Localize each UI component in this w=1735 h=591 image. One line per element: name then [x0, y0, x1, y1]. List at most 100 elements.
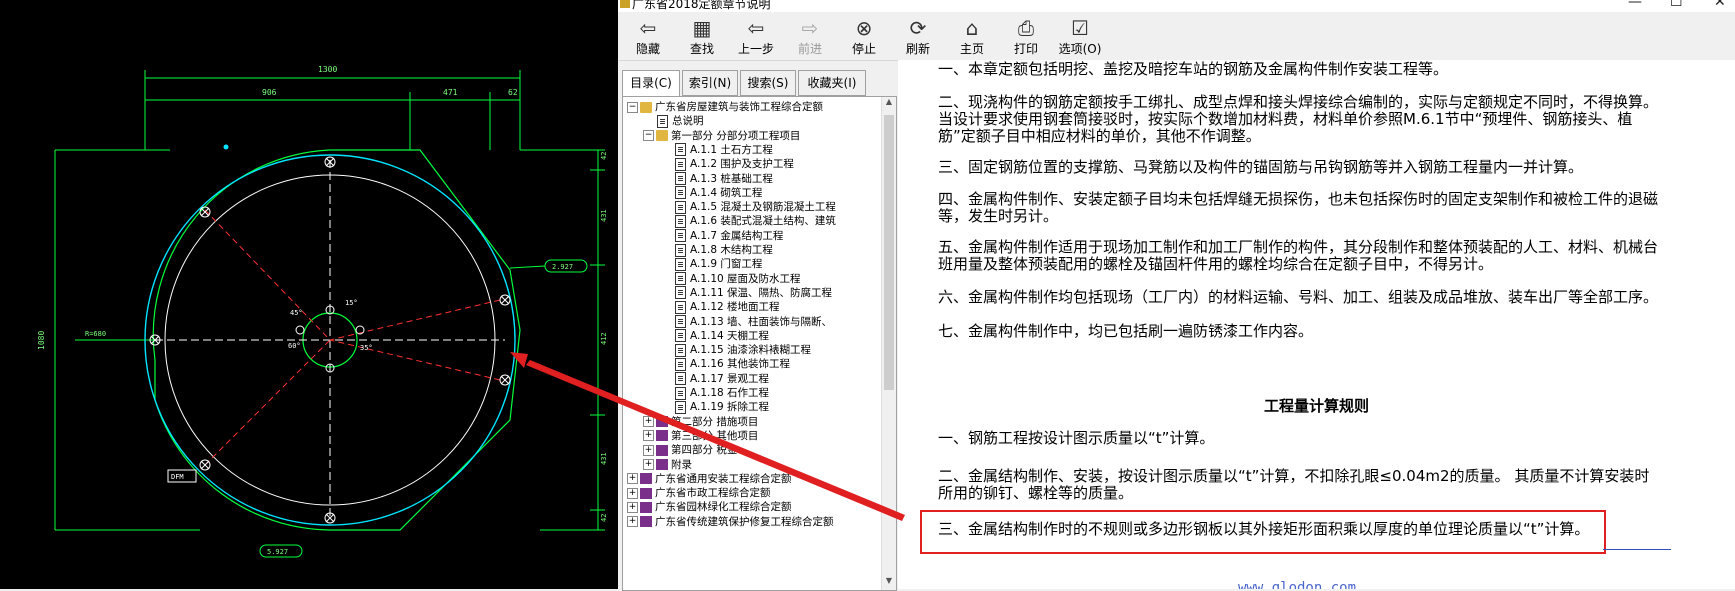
- forward-button[interactable]: ⇨ 前进: [782, 16, 838, 60]
- dim-height: 1080: [37, 331, 46, 350]
- scroll-up-icon[interactable]: ▲: [882, 97, 896, 111]
- maximize-button[interactable]: ☐: [1670, 0, 1683, 10]
- home-button[interactable]: ⌂ 主页: [944, 16, 1000, 60]
- contents-tree[interactable]: − 广东省房屋建筑与装饰工程综合定额 总说明 − 第一部分 分部分项工程项目 A.1.1 …: [622, 96, 897, 591]
- expand-toggle-icon[interactable]: −: [643, 130, 654, 142]
- dim-seg2: 471: [443, 88, 458, 97]
- expand-toggle-icon[interactable]: +: [627, 487, 638, 499]
- stop-icon: ⊗: [855, 16, 873, 40]
- book-open-icon: [640, 101, 652, 113]
- tree-node-label: A.1.19 拆除工程: [690, 401, 770, 414]
- options-icon: ☑: [1071, 16, 1089, 40]
- minimize-button[interactable]: —: [1628, 0, 1642, 10]
- tree-node-label: A.1.13 墙、柱面装饰与隔断、: [690, 315, 833, 328]
- find-button[interactable]: ▦ 查找: [674, 16, 730, 60]
- print-button[interactable]: ⎙ 打印: [998, 16, 1054, 60]
- tree-node-label: 广东省传统建筑保护修复工程综合定额: [655, 515, 834, 528]
- expand-toggle-icon[interactable]: +: [627, 516, 638, 528]
- page-icon: [675, 157, 686, 171]
- window-title: 广东省2018定额章节说明: [632, 0, 771, 11]
- back-button[interactable]: ⇦ 上一步: [728, 16, 784, 60]
- rule-2: 二、金属结构制作、安装，按设计图示质量以“t”计算，不扣除孔眼≤0.04m2的质…: [938, 467, 1650, 502]
- tree-node-label: 总说明: [672, 115, 704, 128]
- refresh-button[interactable]: ⟳ 刷新: [890, 16, 946, 60]
- page-icon: [657, 114, 668, 128]
- options-label: 选项(O): [1058, 42, 1102, 56]
- angle-label-2: 15°: [345, 299, 358, 307]
- tree-node-label: A.1.14 天棚工程: [690, 329, 770, 342]
- tree-node-label: A.1.16 其他装饰工程: [690, 358, 791, 371]
- tree-node-label: 第一部分 分部分项工程项目: [671, 129, 801, 142]
- expand-toggle-icon[interactable]: +: [643, 444, 654, 456]
- page-icon: [675, 143, 686, 157]
- refresh-label: 刷新: [905, 42, 930, 56]
- paragraph-4: 四、金属构件制作、安装定额子目均未包括焊缝无损探伤，也未包括探伤时的固定支架制作…: [938, 190, 1659, 225]
- expand-toggle-icon[interactable]: +: [643, 416, 654, 428]
- forward-icon: ⇨: [801, 16, 819, 40]
- book-icon: [656, 430, 668, 442]
- tree-node-label: A.1.8 木结构工程: [690, 244, 773, 256]
- find-icon: ▦: [692, 16, 712, 40]
- app-icon: [620, 0, 630, 8]
- tree-node-label: A.1.2 围护及支护工程: [690, 158, 794, 171]
- scroll-down-icon[interactable]: ▼: [882, 576, 896, 590]
- tag-r-top: 2.927: [552, 263, 573, 271]
- tree-node-collection[interactable]: + 广东省传统建筑保护修复工程综合定额: [627, 514, 834, 530]
- tree-node-label: A.1.12 楼地面工程: [690, 301, 780, 314]
- paragraph-5: 五、金属构件制作适用于现场加工制作和加工厂制作的构件，其分段制作和整体预装配的人…: [938, 238, 1659, 273]
- toolbar: ⇦ 隐藏 ▦ 查找 ⇦ 上一步 ⇨ 前进 ⊗ 停止 ⟳ 刷新 ⌂ 主页 ⎙ 打印 ☑ 选项(O): [618, 12, 1735, 61]
- tree-node-label: A.1.1 土石方工程: [690, 143, 773, 156]
- tree-scrollbar[interactable]: ▲ ▼: [881, 97, 896, 590]
- cad-drawing: 1300 906 471 62 1080 R=680 42 431 412 43…: [37, 65, 608, 558]
- title-bar: 广东省2018定额章节说明 — ☐ ✕: [618, 0, 1735, 12]
- book-icon: [640, 473, 652, 485]
- tree-node-label: 第三部分 其他项目: [671, 429, 759, 442]
- tree-node-label: A.1.17 景观工程: [690, 372, 770, 385]
- page-icon: [675, 200, 686, 214]
- book-icon: [656, 459, 668, 470]
- tab-contents[interactable]: 目录(C): [622, 70, 680, 97]
- options-button[interactable]: ☑ 选项(O): [1052, 16, 1108, 60]
- close-button[interactable]: ✕: [1714, 0, 1726, 10]
- tag-spot: DFM: [171, 473, 184, 481]
- cad-drawing-panel[interactable]: 1300 906 471 62 1080 R=680 42 431 412 43…: [0, 0, 618, 589]
- book-icon: [640, 487, 652, 499]
- page-icon: [675, 343, 686, 357]
- stop-button[interactable]: ⊗ 停止: [836, 16, 892, 60]
- tab-search[interactable]: 搜索(S): [740, 70, 796, 96]
- hide-button[interactable]: ⇦ 隐藏: [620, 16, 676, 60]
- help-window: 广东省2018定额章节说明 — ☐ ✕ ⇦ 隐藏 ▦ 查找 ⇦ 上一步 ⇨ 前进 ⊗ 停止…: [618, 0, 1735, 591]
- page-icon: [675, 386, 686, 400]
- refresh-icon: ⟳: [909, 16, 927, 40]
- page-icon: [675, 329, 686, 343]
- tree-node-label: 第四部分 税金: [671, 444, 738, 457]
- tag-r-bottom: 5.927: [267, 548, 288, 556]
- expand-toggle-icon[interactable]: −: [627, 101, 638, 113]
- book-icon: [640, 501, 652, 513]
- expand-toggle-icon[interactable]: +: [643, 430, 654, 442]
- scroll-thumb[interactable]: [884, 115, 894, 390]
- paragraph-2: 二、现浇构件的钢筋定额按手工绑扎、成型点焊和接头焊接综合编制的，实际与定额规定不…: [938, 93, 1659, 145]
- dim-left-label: R=680: [85, 330, 106, 338]
- page-icon: [675, 172, 686, 185]
- angle-label-3: 35°: [360, 344, 373, 352]
- footer-link[interactable]: www.glodon.com: [1238, 580, 1356, 589]
- expand-toggle-icon[interactable]: +: [627, 501, 638, 513]
- tab-index[interactable]: 索引(N): [682, 70, 738, 96]
- page-icon: [675, 243, 686, 257]
- page-icon: [675, 214, 686, 228]
- expand-toggle-icon[interactable]: +: [627, 473, 638, 485]
- dim-right-5: 42: [600, 514, 608, 522]
- paragraph-6: 六、金属构件制作均包括现场（工厂内）的材料运输、号料、加工、组装及成品堆放、装车…: [938, 288, 1659, 306]
- angle-label-4: 60°: [288, 342, 301, 350]
- expand-toggle-icon[interactable]: +: [643, 459, 654, 470]
- dim-seg3: 62: [508, 88, 518, 97]
- print-label: 打印: [1013, 42, 1038, 56]
- home-label: 主页: [959, 42, 984, 56]
- tree-node-label: 广东省市政工程综合定额: [655, 487, 771, 500]
- print-icon: ⎙: [1018, 16, 1034, 40]
- link-underline: [1603, 549, 1671, 550]
- back-label: 上一步: [737, 42, 774, 56]
- tab-favorites[interactable]: 收藏夹(I): [798, 70, 866, 96]
- tree-node-label: A.1.10 屋面及防水工程: [690, 272, 801, 285]
